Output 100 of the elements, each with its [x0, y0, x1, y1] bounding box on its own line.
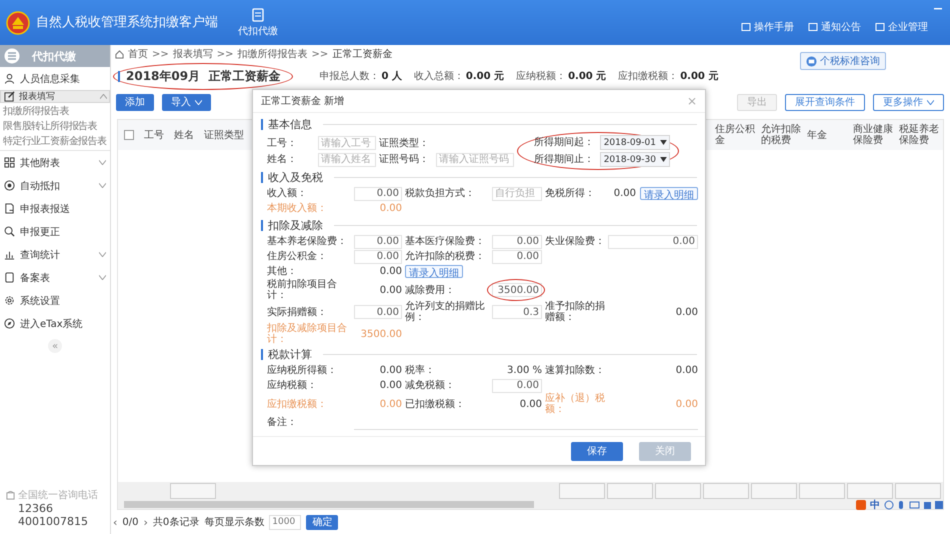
confirm-button[interactable]: 确定 — [306, 514, 338, 530]
breadcrumb-separator: >> — [312, 48, 328, 60]
page-icon — [4, 272, 15, 283]
ime-mode[interactable]: 中 — [870, 498, 880, 512]
sidebar-item[interactable]: 进入eTax系统 — [0, 312, 110, 335]
section-title: 税款计算 — [268, 346, 312, 362]
caret-icon — [195, 100, 202, 104]
chat-icon — [806, 56, 817, 66]
field-label: 准予扣除的捐赠额： — [545, 301, 605, 323]
input-field[interactable]: 0.00 — [354, 250, 402, 264]
sidebar-subitem[interactable]: 扣缴所得报告表 — [0, 103, 69, 118]
breadcrumb-separator: >> — [216, 48, 234, 60]
detail-button[interactable]: 请录入明细 — [640, 187, 698, 200]
field-label: 失业保险费： — [545, 236, 605, 247]
chevron-icon — [99, 160, 106, 165]
ime-tools-icon[interactable] — [884, 500, 944, 510]
input-field[interactable]: 请输入姓名 — [318, 152, 376, 167]
field-label: 应纳税所得额： — [267, 365, 338, 376]
breadcrumb-link[interactable]: 报表填写 — [172, 47, 213, 61]
input-field[interactable]: 0.00 — [608, 234, 698, 248]
sidebar-item[interactable]: 报表填写 — [0, 90, 110, 103]
column-header: 证照类型 — [204, 128, 244, 142]
sidebar-item[interactable]: 申报表报送 — [0, 197, 110, 220]
target-icon — [4, 180, 15, 191]
grid-icon — [4, 157, 15, 168]
input-field[interactable]: 0.00 — [354, 305, 402, 319]
value-text: 0.00 — [520, 398, 542, 410]
input-field[interactable]: 自行负担 — [492, 186, 542, 200]
field-label: 扣除及减除项目合计： — [267, 323, 348, 345]
sidebar-item[interactable]: 查询统计 — [0, 243, 110, 266]
action-button[interactable]: 添加 — [116, 94, 154, 110]
sidebar-item[interactable]: 申报更正 — [0, 220, 110, 243]
input-field[interactable]: 0.3 — [492, 305, 542, 319]
field-label: 备注： — [267, 417, 298, 428]
page-size-field[interactable]: 1000 — [269, 514, 302, 530]
action-button[interactable]: 导入 — [162, 94, 211, 110]
column-header: 年金 — [807, 130, 828, 140]
date-dropdown[interactable]: 2018-09-01 — [600, 135, 670, 150]
compass-icon — [4, 318, 15, 329]
dialog-title: 正常工资薪金 新增 — [261, 94, 346, 108]
field-label: 其他： — [267, 266, 298, 277]
field-label: 本期收入额： — [267, 203, 328, 214]
input-field[interactable]: 0.00 — [354, 234, 402, 248]
emblem-icon — [6, 10, 30, 34]
sidebar-subitem[interactable]: 特定行业工资薪金报告表 — [0, 133, 106, 148]
sidebar-title: 代扣代缴 — [32, 48, 76, 64]
sidebar-item[interactable]: 备案表 — [0, 266, 110, 289]
next-page-button[interactable]: › — [144, 516, 148, 528]
breadcrumb-link[interactable]: 正常工资薪金 — [332, 47, 392, 61]
gear-icon — [4, 295, 15, 306]
field-label: 住房公积金： — [267, 251, 328, 262]
action-button[interactable]: 展开查询条件 — [785, 94, 865, 110]
edit-icon — [4, 91, 15, 102]
sidebar-item[interactable]: 人员信息采集 — [0, 67, 110, 90]
breadcrumb-separator: >> — [152, 48, 169, 60]
input-field[interactable]: 0.00 — [354, 186, 402, 200]
sidebar-item[interactable]: 自动抵扣 — [0, 174, 110, 197]
field-label: 所得期间起： — [534, 137, 595, 148]
top-link[interactable]: 操作手册 — [741, 20, 794, 34]
dialog-button[interactable]: 保存 — [571, 442, 623, 460]
minimize-icon[interactable] — [934, 8, 942, 10]
field-label: 证照号码： — [379, 154, 430, 166]
caret-icon — [927, 100, 934, 104]
input-field[interactable]: 0.00 — [492, 378, 542, 392]
chevron-icon — [99, 275, 106, 280]
input-field[interactable]: 0.00 — [492, 234, 542, 248]
input-field[interactable]: 请输入工号 — [318, 136, 376, 150]
section-title: 收入及免税 — [268, 170, 323, 184]
field-label: 基本医疗保险费： — [405, 236, 486, 247]
date-dropdown[interactable]: 2018-09-30 — [600, 152, 670, 167]
column-header: 允许扣除的税费 — [761, 124, 801, 146]
input-field[interactable]: 3500.00 — [492, 283, 542, 297]
previous-page-button[interactable]: ‹ — [113, 516, 118, 528]
value-text: 0.00 — [380, 380, 402, 391]
top-link[interactable]: 企业管理 — [875, 20, 928, 34]
chevron-icon — [99, 252, 106, 257]
checkbox[interactable] — [124, 130, 134, 140]
breadcrumb-link[interactable]: 首页 — [128, 47, 148, 61]
input-field[interactable]: 0.00 — [492, 250, 542, 264]
action-button[interactable]: 更多操作 — [873, 94, 944, 110]
horizontal-scrollbar[interactable] — [118, 500, 943, 509]
field-label: 姓名： — [267, 154, 298, 166]
sidebar-item[interactable]: 系统设置 — [0, 289, 110, 312]
hotline-number: 12366 — [18, 502, 54, 515]
home-icon[interactable] — [115, 50, 124, 58]
hotline-number: 4001007815 — [18, 515, 89, 528]
field-label: 基本养老保险费： — [267, 236, 348, 247]
field-label: 应扣缴税额： — [267, 398, 328, 410]
breadcrumb-link[interactable]: 扣缴所得报告表 — [238, 47, 308, 61]
sidebar-subitem[interactable]: 限售股转让所得报告表 — [0, 118, 98, 133]
field-label: 证照类型： — [379, 138, 430, 149]
input-field[interactable]: 请输入证照号码 — [436, 152, 514, 167]
consult-button[interactable]: 个税标准咨询 — [800, 52, 886, 70]
sidebar-item[interactable]: 其他附表 — [0, 151, 110, 174]
top-link[interactable]: 通知公告 — [808, 20, 861, 34]
search-icon — [4, 226, 15, 237]
detail-button[interactable]: 请录入明细 — [405, 265, 463, 278]
nav-button[interactable]: 代扣代缴 — [234, 6, 282, 40]
field-label: 减免税额： — [405, 380, 456, 391]
summary-stat: 应纳税额： 0.00 元 — [516, 70, 606, 83]
